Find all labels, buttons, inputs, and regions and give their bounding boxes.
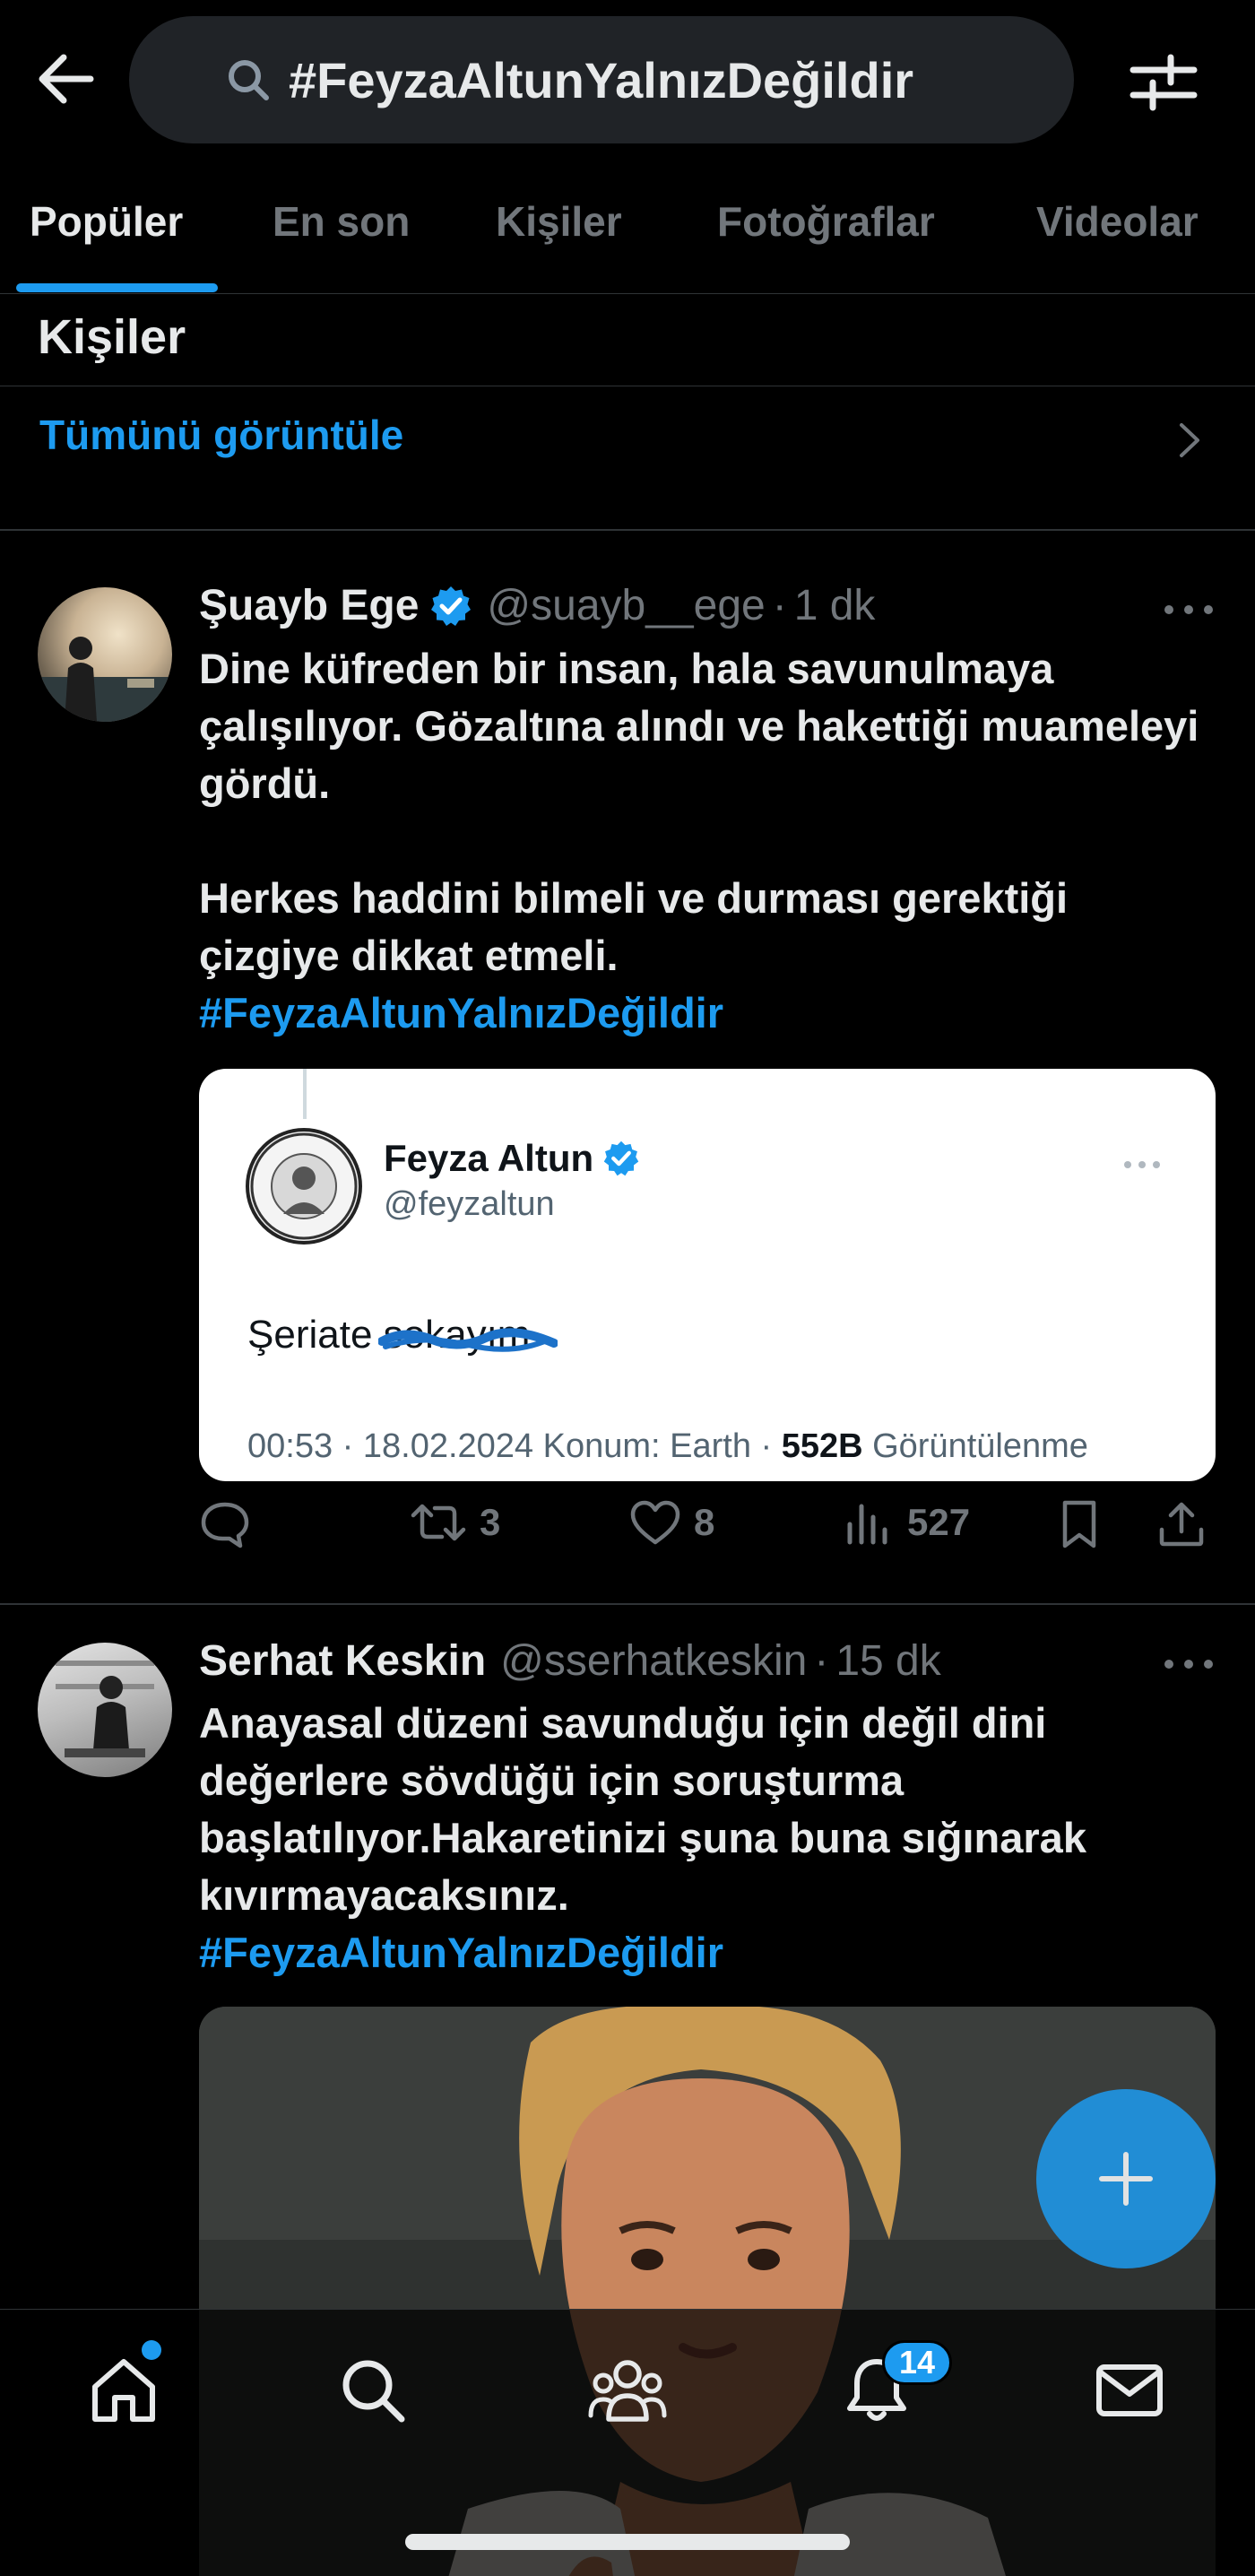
view-all-people-link[interactable]: Tümünü görüntüle bbox=[0, 387, 1255, 529]
bookmark-button[interactable] bbox=[1060, 1499, 1099, 1549]
tweet-text-content: Anayasal düzeni savunduğu için değil din… bbox=[199, 1699, 1086, 1919]
embed-avatar bbox=[246, 1128, 362, 1245]
tab-popular[interactable]: Popüler bbox=[30, 197, 183, 246]
notifications-badge: 14 bbox=[882, 2340, 952, 2385]
search-icon bbox=[229, 60, 269, 100]
reply-icon bbox=[201, 1502, 249, 1548]
compose-tweet-button[interactable] bbox=[1036, 2089, 1216, 2268]
tab-latest[interactable]: En son bbox=[273, 197, 410, 246]
home-indicator-bar bbox=[405, 2534, 850, 2550]
divider bbox=[0, 1603, 1255, 1605]
author-handle[interactable]: @suayb__ege bbox=[487, 581, 765, 630]
tweet-time[interactable]: 15 dk bbox=[835, 1636, 940, 1686]
embed-tweet-meta: 00:53 · 18.02.2024 Konum: Earth · 552B G… bbox=[247, 1427, 1088, 1466]
embed-meta-prefix: 00:53 · 18.02.2024 Konum: Earth · bbox=[247, 1427, 782, 1465]
embed-views-label: Görüntülenme bbox=[862, 1427, 1088, 1465]
retweet-button[interactable]: 3 bbox=[410, 1499, 500, 1546]
nav-messages[interactable] bbox=[1085, 2346, 1174, 2435]
mail-icon bbox=[1096, 2364, 1163, 2416]
views-chart-icon bbox=[847, 1504, 887, 1545]
hashtag-link[interactable]: #FeyzaAltunYalnızDeğildir bbox=[199, 1924, 1212, 1982]
tab-people[interactable]: Kişiler bbox=[496, 197, 622, 246]
more-options-icon[interactable] bbox=[1162, 596, 1216, 623]
embed-author: Feyza Altun bbox=[384, 1137, 640, 1180]
embed-text-visible: Şeriate bbox=[247, 1313, 384, 1357]
divider bbox=[0, 529, 1255, 531]
tweet-text: Anayasal düzeni savunduğu için değil din… bbox=[199, 1695, 1212, 1982]
app-root: #FeyzaAltunYalnızDeğildir Popüler En son… bbox=[0, 0, 1255, 2576]
retweet-count: 3 bbox=[480, 1501, 501, 1543]
search-header: #FeyzaAltunYalnızDeğildir bbox=[0, 0, 1255, 161]
embedded-tweet-screenshot[interactable]: Feyza Altun @feyzaltun Şeriate sokayım 0… bbox=[199, 1069, 1216, 1481]
thread-line bbox=[303, 1069, 307, 1119]
search-query: #FeyzaAltunYalnızDeğildir bbox=[289, 51, 914, 108]
tweet-text-content: Dine küfreden bir insan, hala savunulmay… bbox=[199, 645, 1199, 979]
dot-separator: · bbox=[772, 582, 787, 629]
home-unread-dot bbox=[142, 2340, 161, 2360]
tweet-header: Şuayb Ege @suayb__ege · 1 dk bbox=[199, 581, 875, 630]
avatar[interactable] bbox=[38, 587, 172, 722]
tweet-actions: 3 8 527 bbox=[199, 1499, 1221, 1571]
embed-text-redacted: sokayım bbox=[377, 1313, 558, 1357]
people-section-title: Kişiler bbox=[38, 310, 186, 364]
communities-icon bbox=[588, 2360, 667, 2422]
avatar[interactable] bbox=[38, 1643, 172, 1777]
like-count: 8 bbox=[694, 1501, 715, 1543]
plus-icon bbox=[1099, 2152, 1153, 2206]
like-button[interactable]: 8 bbox=[629, 1499, 714, 1546]
verified-badge-icon bbox=[603, 1141, 639, 1176]
reply-button[interactable] bbox=[199, 1499, 251, 1549]
tab-videos[interactable]: Videolar bbox=[1036, 197, 1199, 246]
nav-search[interactable] bbox=[328, 2346, 418, 2435]
more-options-icon[interactable] bbox=[1162, 1651, 1216, 1678]
share-button[interactable] bbox=[1156, 1499, 1207, 1549]
tab-photos[interactable]: Fotoğraflar bbox=[717, 197, 935, 246]
embed-avatar-image bbox=[250, 1132, 358, 1240]
heart-icon bbox=[630, 1500, 680, 1545]
author-handle[interactable]: @sserhatkeskin bbox=[500, 1636, 807, 1686]
avatar-image bbox=[38, 637, 172, 722]
back-button[interactable] bbox=[34, 43, 97, 115]
search-tabs: Popüler En son Kişiler Fotoğraflar Video… bbox=[0, 161, 1255, 294]
embed-author-handle: @feyzaltun bbox=[384, 1185, 555, 1223]
arrow-left-icon bbox=[39, 54, 94, 104]
active-tab-indicator bbox=[16, 283, 218, 292]
search-input[interactable]: #FeyzaAltunYalnızDeğildir bbox=[129, 16, 1074, 143]
search-icon bbox=[342, 2360, 405, 2423]
bookmark-icon bbox=[1062, 1500, 1096, 1548]
tweet-text: Dine küfreden bir insan, hala savunulmay… bbox=[199, 640, 1212, 1042]
avatar-image bbox=[56, 1661, 154, 1757]
embed-views-count: 552B bbox=[781, 1427, 863, 1465]
author-name[interactable]: Şuayb Ege bbox=[199, 581, 419, 630]
tweet-time[interactable]: 1 dk bbox=[794, 581, 876, 630]
view-count: 527 bbox=[907, 1501, 971, 1543]
more-options-icon bbox=[1124, 1161, 1160, 1168]
view-all-label: Tümünü görüntüle bbox=[39, 412, 404, 458]
embed-tweet-text: Şeriate sokayım bbox=[247, 1313, 558, 1357]
redaction-scribble bbox=[377, 1328, 558, 1352]
tweet-header: Serhat Keskin @sserhatkeskin · 15 dk bbox=[199, 1636, 941, 1686]
chevron-right-icon bbox=[1180, 423, 1199, 457]
sliders-icon bbox=[1130, 54, 1198, 111]
nav-communities[interactable] bbox=[583, 2346, 672, 2435]
author-name[interactable]: Serhat Keskin bbox=[199, 1636, 486, 1686]
retweet-icon bbox=[411, 1504, 466, 1541]
embed-author-name: Feyza Altun bbox=[384, 1137, 594, 1179]
home-icon bbox=[92, 2359, 155, 2422]
search-filter-button[interactable] bbox=[1128, 47, 1199, 118]
hashtag-link[interactable]: #FeyzaAltunYalnızDeğildir bbox=[199, 984, 1212, 1042]
verified-badge-icon bbox=[431, 585, 472, 626]
views-button[interactable]: 527 bbox=[844, 1499, 970, 1546]
dot-separator: · bbox=[814, 1637, 829, 1685]
share-icon bbox=[1159, 1502, 1204, 1547]
